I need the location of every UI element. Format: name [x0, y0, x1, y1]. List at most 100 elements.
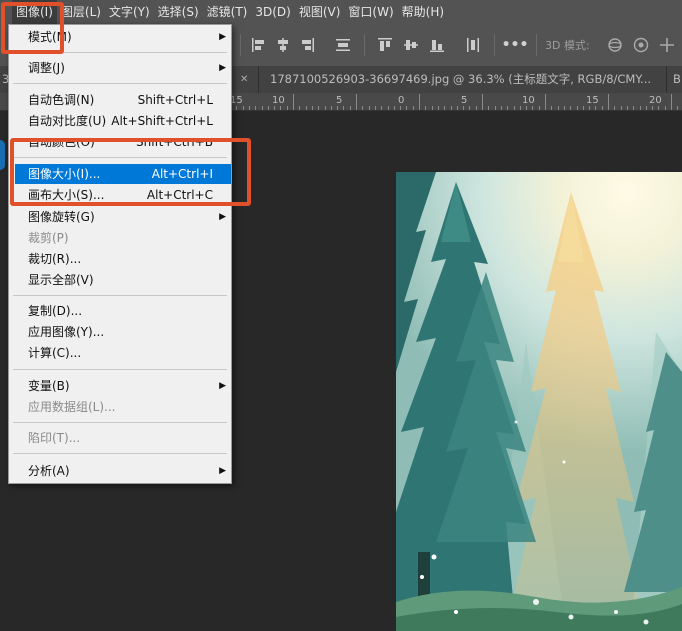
3d-roll-icon[interactable]: [632, 36, 650, 54]
menu-item-analysis[interactable]: 分析(A) ▶: [9, 461, 231, 481]
menu-item-trim[interactable]: 裁切(R)...: [9, 249, 231, 269]
toolbar-divider: [240, 34, 241, 56]
ellipsis-icon[interactable]: •••: [502, 36, 529, 54]
tab-fragment-right[interactable]: B: [673, 66, 681, 93]
toolbar-divider: [494, 34, 495, 56]
panel-edge: [0, 140, 5, 170]
ruler-tick: [248, 106, 250, 110]
ruler-tick: [482, 94, 483, 110]
image-menu-dropdown: 模式(M) ▶ 调整(J) ▶ 自动色调(N) Shift+Ctrl+L 自动对比度(…: [8, 24, 232, 484]
menu-3d[interactable]: 3D(D): [251, 0, 294, 24]
ruler-tick: [255, 106, 257, 110]
ruler-tick: [532, 106, 534, 110]
menu-separator: [13, 83, 227, 84]
menu-separator: [13, 369, 227, 370]
ruler-tick: [400, 106, 402, 110]
ruler-tick: [519, 106, 521, 110]
menu-type[interactable]: 文字(Y): [105, 0, 154, 24]
align-bottom-icon[interactable]: [428, 36, 446, 54]
ruler-tick: [475, 106, 477, 110]
ruler-tick: [381, 106, 383, 110]
ruler-tick: [545, 94, 546, 110]
ruler-tick: [645, 106, 647, 110]
toolbar-divider: [536, 34, 537, 56]
ruler-tick: [299, 106, 301, 110]
tab-divider: [666, 66, 667, 93]
ruler-tick: [626, 106, 628, 110]
ruler-tick: [267, 106, 269, 110]
ruler-tick: [280, 106, 282, 110]
menu-item-calculations[interactable]: 计算(C)...: [9, 343, 231, 363]
menu-view[interactable]: 视图(V): [295, 0, 345, 24]
tab-divider: [258, 66, 259, 93]
ruler-tick: [582, 106, 584, 110]
align-center-icon[interactable]: [274, 36, 292, 54]
ruler-tick: [293, 94, 294, 110]
menu-item-trap: 陷印(T)...: [28, 431, 81, 445]
ruler-label: 10: [272, 95, 285, 106]
ruler-tick: [469, 106, 471, 110]
ruler-label: 5: [461, 95, 468, 106]
ruler-tick: [337, 106, 339, 110]
ruler-tick: [494, 106, 496, 110]
ruler-tick: [274, 106, 276, 110]
menu-item-auto-contrast[interactable]: 自动对比度(U) Alt+Shift+Ctrl+L: [9, 111, 231, 131]
menu-item-apply-image[interactable]: 应用图像(Y)...: [9, 322, 231, 342]
align-left-icon[interactable]: [250, 36, 268, 54]
tab-active-document[interactable]: 1787100526903-36697469.jpg @ 36.3% (主标题文…: [270, 66, 665, 93]
3d-orbit-icon[interactable]: [606, 36, 624, 54]
menu-help[interactable]: 帮助(H): [398, 0, 448, 24]
align-middle-icon[interactable]: [402, 36, 420, 54]
ruler-tick: [242, 106, 244, 110]
ruler-tick: [589, 106, 591, 110]
ruler-tick: [513, 106, 515, 110]
ruler-tick: [444, 106, 446, 110]
ruler-tick: [362, 106, 364, 110]
distribute-icon[interactable]: [334, 36, 352, 54]
ruler-tick: [343, 106, 345, 110]
menu-item-adjustments[interactable]: 调整(J) ▶: [9, 58, 231, 78]
ruler-tick: [450, 106, 452, 110]
ruler-tick: [677, 106, 679, 110]
menu-item-reveal-all[interactable]: 显示全部(V): [9, 270, 231, 290]
menu-item-image-rotation[interactable]: 图像旋转(G) ▶: [9, 207, 231, 227]
ruler-tick: [286, 106, 288, 110]
align-top-icon[interactable]: [376, 36, 394, 54]
menu-window[interactable]: 窗口(W): [344, 0, 397, 24]
submenu-arrow-icon: ▶: [219, 466, 226, 476]
menu-item-auto-tone[interactable]: 自动色调(N) Shift+Ctrl+L: [9, 90, 231, 110]
menu-separator: [13, 453, 227, 454]
ruler-label: 15: [586, 95, 599, 106]
close-icon[interactable]: ✕: [240, 66, 248, 93]
ruler-tick: [406, 106, 408, 110]
document-image[interactable]: [396, 172, 682, 631]
3d-pan-icon[interactable]: [658, 36, 676, 54]
menu-filter[interactable]: 滤镜(T): [203, 0, 252, 24]
ruler-tick: [488, 106, 490, 110]
ruler-tick: [412, 106, 414, 110]
menu-item-duplicate[interactable]: 复制(D)...: [9, 301, 231, 321]
ruler-tick: [538, 106, 540, 110]
ruler-tick: [664, 106, 666, 110]
menu-select[interactable]: 选择(S): [154, 0, 203, 24]
ruler-tick: [311, 106, 313, 110]
menu-item-variables[interactable]: 变量(B) ▶: [9, 376, 231, 396]
ruler-tick: [305, 106, 307, 110]
ruler-tick: [570, 106, 572, 110]
ruler-tick: [437, 106, 439, 110]
ruler-tick: [563, 106, 565, 110]
ruler-label: 5: [336, 95, 343, 106]
ruler-tick: [356, 94, 357, 110]
submenu-arrow-icon: ▶: [219, 212, 226, 222]
align-right-icon[interactable]: [298, 36, 316, 54]
ruler-tick: [456, 106, 458, 110]
menu-item-apply-data-set: 应用数据组(L)...: [28, 400, 116, 414]
menu-layer[interactable]: 图层(L): [57, 0, 105, 24]
ruler-tick: [652, 106, 654, 110]
3d-mode-label: 3D 模式:: [545, 39, 590, 52]
annotation-highlight-size-items: [10, 138, 251, 206]
ruler-tick: [261, 106, 263, 110]
distribute-vertical-icon[interactable]: [464, 36, 482, 54]
menu-item-crop: 裁剪(P): [28, 231, 69, 245]
ruler-tick: [500, 106, 502, 110]
